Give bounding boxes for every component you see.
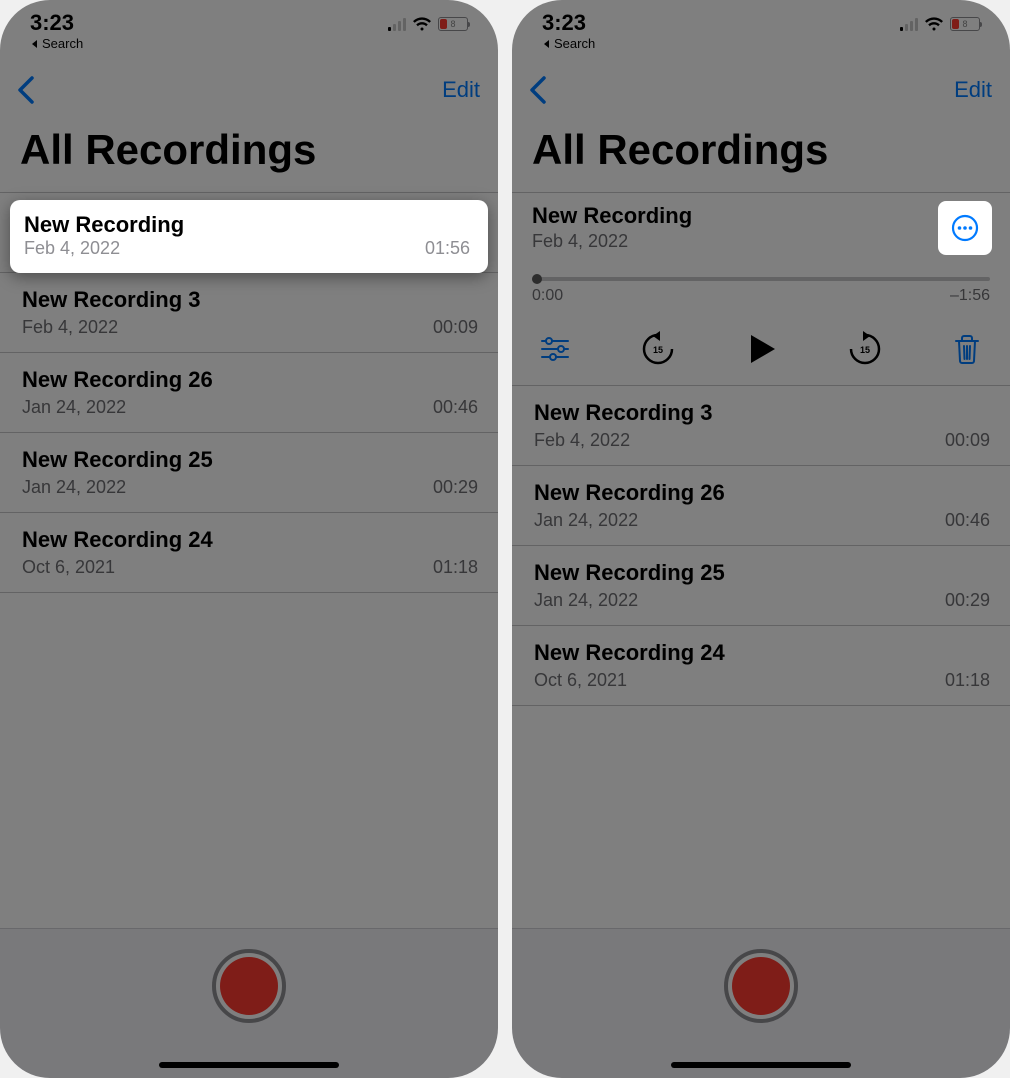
recording-title: New Recording 26 (534, 480, 990, 506)
recording-duration: 00:09 (945, 430, 990, 451)
battery-percent: 8 (951, 19, 979, 29)
recording-title: New Recording 3 (22, 287, 478, 313)
recording-row[interactable]: New Recording 24 Oct 6, 2021 01:18 (512, 626, 1010, 706)
recording-date: Feb 4, 2022 (534, 430, 630, 451)
recording-title: New Recording 24 (22, 527, 478, 553)
edit-button[interactable]: Edit (442, 77, 480, 103)
recording-title: New Recording (24, 212, 470, 238)
recording-title: New Recording 3 (534, 400, 990, 426)
edit-button[interactable]: Edit (954, 77, 992, 103)
recording-date: Jan 24, 2022 (534, 510, 638, 531)
recording-date: Oct 6, 2021 (22, 557, 115, 578)
recording-date: Feb 4, 2022 (24, 238, 120, 259)
battery-icon: 8 (438, 17, 468, 31)
recording-duration: 01:18 (433, 557, 478, 578)
wifi-icon (924, 16, 944, 32)
player-title: New Recording (532, 203, 692, 229)
skip-forward-15-button[interactable]: 15 (845, 329, 885, 369)
breadcrumb-label: Search (42, 36, 83, 51)
recording-row[interactable]: New Recording 24 Oct 6, 2021 01:18 (0, 513, 498, 593)
recording-duration: 01:18 (945, 670, 990, 691)
back-button[interactable] (526, 75, 552, 105)
recording-duration: 00:29 (433, 477, 478, 498)
back-button[interactable] (14, 75, 40, 105)
time-remaining: –1:56 (950, 287, 990, 305)
breadcrumb[interactable]: Search (542, 36, 595, 51)
recording-date: Feb 4, 2022 (22, 317, 118, 338)
recording-title: New Recording 24 (534, 640, 990, 666)
record-icon (220, 957, 278, 1015)
recording-title: New Recording 25 (22, 447, 478, 473)
status-bar: 3:23 Search 8 (512, 0, 1010, 58)
more-options-button[interactable] (940, 203, 990, 253)
recording-row[interactable]: New Recording 25 Jan 24, 2022 00:29 (0, 433, 498, 513)
recording-duration: 00:46 (945, 510, 990, 531)
recording-duration: 00:09 (433, 317, 478, 338)
wifi-icon (412, 16, 432, 32)
home-indicator[interactable] (159, 1062, 339, 1068)
status-bar: 3:23 Search 8 (0, 0, 498, 58)
nav-bar: Edit (0, 58, 498, 114)
record-bar (0, 928, 498, 1078)
recording-duration: 00:29 (945, 590, 990, 611)
playback-options-button[interactable] (538, 332, 572, 366)
recording-row-highlight[interactable]: New Recording Feb 4, 2022 01:56 (10, 200, 488, 273)
recording-title: New Recording 26 (22, 367, 478, 393)
skip-forward-seconds: 15 (859, 345, 869, 355)
skip-back-seconds: 15 (652, 345, 662, 355)
record-icon (732, 957, 790, 1015)
breadcrumb-label: Search (554, 36, 595, 51)
record-button[interactable] (724, 949, 798, 1023)
record-bar (512, 928, 1010, 1078)
nav-bar: Edit (512, 58, 1010, 114)
breadcrumb[interactable]: Search (30, 36, 83, 51)
recordings-list: New Recording 3 Feb 4, 2022 00:09 New Re… (512, 386, 1010, 706)
recording-player: New Recording Feb 4, 2022 0:00 –1:56 (512, 193, 1010, 386)
recording-duration: 01:56 (425, 238, 470, 259)
recording-title: New Recording 25 (534, 560, 990, 586)
breadcrumb-caret-icon (30, 39, 40, 49)
recording-row[interactable]: New Recording 3 Feb 4, 2022 00:09 (0, 273, 498, 353)
recording-date: Oct 6, 2021 (534, 670, 627, 691)
recording-row[interactable]: New Recording 26 Jan 24, 2022 00:46 (0, 353, 498, 433)
time-elapsed: 0:00 (532, 287, 563, 305)
page-title: All Recordings (512, 114, 1010, 192)
status-time: 3:23 (542, 10, 586, 36)
scrubber-thumb[interactable] (532, 274, 542, 284)
recording-date: Jan 24, 2022 (534, 590, 638, 611)
cellular-signal-icon (388, 17, 406, 31)
play-button[interactable] (743, 331, 779, 367)
recording-row[interactable]: New Recording 25 Jan 24, 2022 00:29 (512, 546, 1010, 626)
phone-left: 3:23 Search 8 Edit All Recordings (0, 0, 498, 1078)
battery-icon: 8 (950, 17, 980, 31)
page-title: All Recordings (0, 114, 498, 192)
recording-date: Jan 24, 2022 (22, 477, 126, 498)
cellular-signal-icon (900, 17, 918, 31)
breadcrumb-caret-icon (542, 39, 552, 49)
recording-row[interactable]: New Recording 26 Jan 24, 2022 00:46 (512, 466, 1010, 546)
skip-back-15-button[interactable]: 15 (638, 329, 678, 369)
battery-percent: 8 (439, 19, 467, 29)
delete-button[interactable] (950, 332, 984, 366)
record-button[interactable] (212, 949, 286, 1023)
phone-right: 3:23 Search 8 Edit All Recordings (512, 0, 1010, 1078)
player-date: Feb 4, 2022 (532, 231, 692, 252)
recording-date: Jan 24, 2022 (22, 397, 126, 418)
more-options-icon (950, 213, 980, 243)
scrubber[interactable] (532, 277, 990, 281)
recording-duration: 00:46 (433, 397, 478, 418)
status-time: 3:23 (30, 10, 74, 36)
home-indicator[interactable] (671, 1062, 851, 1068)
recording-row[interactable]: New Recording 3 Feb 4, 2022 00:09 (512, 386, 1010, 466)
